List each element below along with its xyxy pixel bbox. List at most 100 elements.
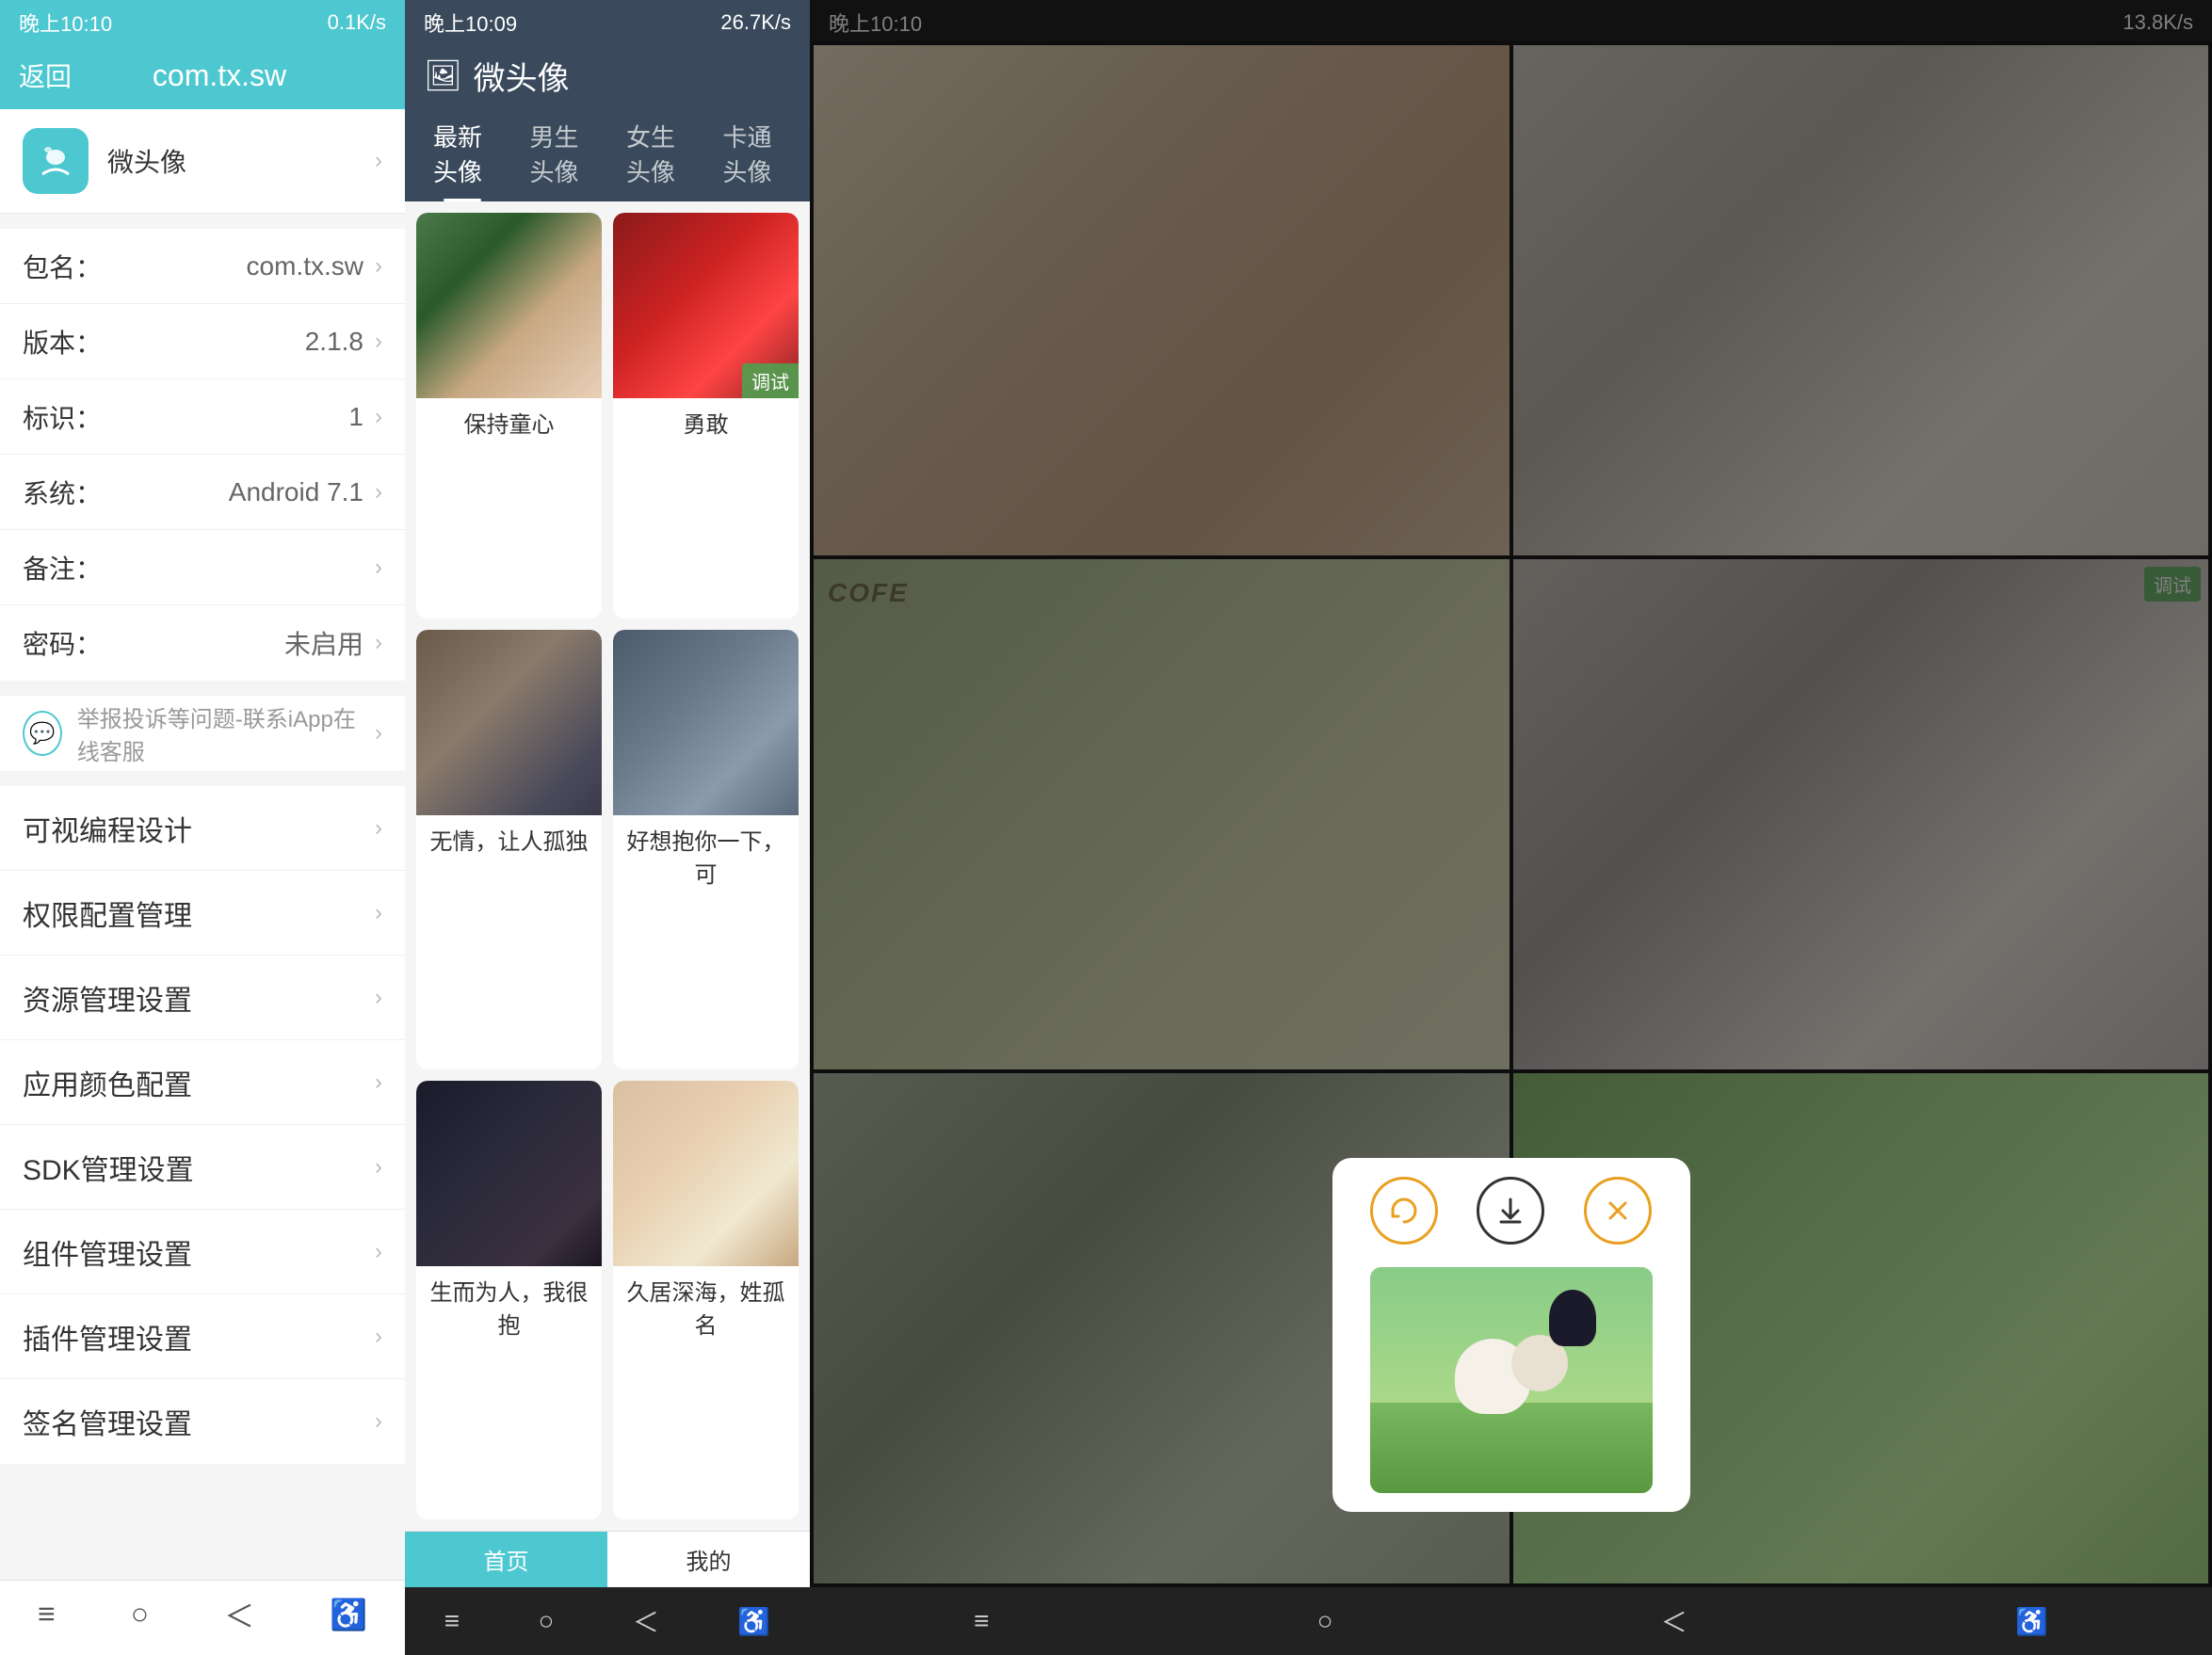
panel2-time: 晚上10:09 <box>424 8 517 38</box>
menu-item-chevron-7: › <box>375 1408 382 1435</box>
bottom-tab-0[interactable]: 首页 <box>405 1532 607 1587</box>
popup-card <box>1332 1158 1690 1512</box>
panel2-tabs: 最新头像男生头像女生头像卡通头像 <box>405 109 810 201</box>
panel2-tab-3[interactable]: 卡通头像 <box>704 109 801 201</box>
panel1-bottom-nav: ≡ ○ ＜ ♿ <box>0 1580 405 1655</box>
app-icon-chevron: › <box>375 148 382 174</box>
menu-item-chevron-4: › <box>375 1154 382 1181</box>
menu-item-chevron-5: › <box>375 1239 382 1265</box>
popup-refresh-button[interactable] <box>1370 1177 1438 1245</box>
grid-item-2[interactable]: 调试勇敢 <box>613 213 799 619</box>
popup-image <box>1370 1267 1653 1493</box>
panel2-bottom-nav: ≡ ○ ＜ ♿ <box>405 1587 810 1655</box>
system-chevron: › <box>375 479 382 506</box>
grid-item-5[interactable]: 生而为人，我很抱 <box>416 1081 602 1519</box>
panel3-nav-back-icon[interactable]: ＜ <box>1661 1602 1687 1640</box>
panel2-header: 🖼 微头像 <box>405 41 810 109</box>
grid-item-caption-4: 好想抱你一下，可 <box>613 815 799 896</box>
menu-item-3[interactable]: 应用颜色配置› <box>0 1040 405 1125</box>
panel1-status-bar: 晚上10:10 0.1K/s <box>0 0 405 41</box>
panel2-header-icon: 🖼 <box>424 57 462 93</box>
menu-item-1[interactable]: 权限配置管理› <box>0 871 405 956</box>
grid-item-4[interactable]: 好想抱你一下，可 <box>613 630 799 1069</box>
menu-item-label-0: 可视编程设计 <box>23 808 375 849</box>
panel2-grid: 保持童心调试勇敢无情，让人孤独好想抱你一下，可生而为人，我很抱久居深海，姓孤名 <box>405 201 810 1531</box>
panel2-nav-back-icon[interactable]: ＜ <box>633 1602 659 1640</box>
popup-img-content <box>1370 1267 1653 1493</box>
package-chevron: › <box>375 253 382 280</box>
menu-item-chevron-0: › <box>375 815 382 842</box>
panel3-nav-home-icon[interactable]: ○ <box>1317 1606 1333 1636</box>
panel1-nav-menu-icon[interactable]: ≡ <box>38 1597 56 1631</box>
panel1-time: 晚上10:10 <box>19 8 112 38</box>
menu-item-4[interactable]: SDK管理设置› <box>0 1125 405 1210</box>
panel1-nav-home-icon[interactable]: ○ <box>131 1597 149 1631</box>
app-icon <box>23 128 89 194</box>
system-item[interactable]: 系统： Android 7.1 › <box>0 455 405 530</box>
note-chevron: › <box>375 554 382 581</box>
package-item[interactable]: 包名： com.tx.sw › <box>0 229 405 304</box>
app-name-label: 微头像 <box>107 142 375 180</box>
menu-item-label-6: 插件管理设置 <box>23 1316 375 1358</box>
menu-item-7[interactable]: 签名管理设置› <box>0 1379 405 1464</box>
note-label: 备注： <box>23 549 102 586</box>
menu-item-chevron-2: › <box>375 985 382 1011</box>
panel2-network: 26.7K/s <box>720 10 791 35</box>
popup-download-button[interactable] <box>1477 1177 1544 1245</box>
package-label: 包名： <box>23 248 102 285</box>
panel3-bottom-nav: ≡ ○ ＜ ♿ <box>810 1587 2212 1655</box>
version-chevron: › <box>375 329 382 355</box>
menu-item-chevron-6: › <box>375 1324 382 1350</box>
popup-close-button[interactable] <box>1584 1177 1652 1245</box>
password-label: 密码： <box>23 624 102 662</box>
app-details-group: 包名： com.tx.sw › 版本： 2.1.8 › 标识： 1 › 系统： … <box>0 229 405 681</box>
grid-item-caption-5: 生而为人，我很抱 <box>416 1266 602 1347</box>
menu-item-label-7: 签名管理设置 <box>23 1401 375 1442</box>
tag-item[interactable]: 标识： 1 › <box>0 379 405 455</box>
complaint-row[interactable]: 💬 举报投诉等问题-联系iApp在线客服 › <box>0 696 405 771</box>
app-icon-row[interactable]: 微头像 › <box>0 109 405 214</box>
menu-item-chevron-1: › <box>375 900 382 926</box>
bottom-tab-1[interactable]: 我的 <box>607 1532 810 1587</box>
popup-actions <box>1351 1177 1671 1252</box>
grid-item-caption-3: 无情，让人孤独 <box>416 815 602 863</box>
menu-item-label-4: SDK管理设置 <box>23 1147 375 1188</box>
panel2-nav-menu-icon[interactable]: ≡ <box>444 1606 460 1636</box>
panel3-nav-menu-icon[interactable]: ≡ <box>974 1606 989 1636</box>
menu-item-label-5: 组件管理设置 <box>23 1231 375 1273</box>
password-item[interactable]: 密码： 未启用 › <box>0 605 405 681</box>
menu-item-0[interactable]: 可视编程设计› <box>0 786 405 871</box>
menu-item-5[interactable]: 组件管理设置› <box>0 1210 405 1294</box>
version-item[interactable]: 版本： 2.1.8 › <box>0 304 405 379</box>
panel1-nav-accessibility-icon[interactable]: ♿ <box>330 1597 367 1632</box>
grid-item-1[interactable]: 保持童心 <box>416 213 602 619</box>
tag-chevron: › <box>375 404 382 430</box>
menu-item-2[interactable]: 资源管理设置› <box>0 956 405 1040</box>
menu-item-6[interactable]: 插件管理设置› <box>0 1294 405 1379</box>
panel3-nav-accessibility-icon[interactable]: ♿ <box>2015 1606 2048 1637</box>
popup-overlay <box>810 0 2212 1587</box>
note-item[interactable]: 备注： › <box>0 530 405 605</box>
grid-item-6[interactable]: 久居深海，姓孤名 <box>613 1081 799 1519</box>
panel2-nav-accessibility-icon[interactable]: ♿ <box>737 1606 770 1637</box>
panel1-settings: 晚上10:10 0.1K/s 返回 com.tx.sw 微头像 › 包名： co… <box>0 0 405 1655</box>
back-button[interactable]: 返回 <box>19 56 72 94</box>
panel2-nav-home-icon[interactable]: ○ <box>539 1606 555 1636</box>
complaint-icon: 💬 <box>23 711 62 756</box>
menu-item-label-3: 应用颜色配置 <box>23 1062 375 1103</box>
panel2-avatars: 晚上10:09 26.7K/s 🖼 微头像 最新头像男生头像女生头像卡通头像 保… <box>405 0 810 1655</box>
debug-badge-2: 调试 <box>742 363 799 398</box>
panel2-tab-1[interactable]: 男生头像 <box>511 109 608 201</box>
menu-item-chevron-3: › <box>375 1069 382 1096</box>
package-value: com.tx.sw <box>102 251 363 281</box>
system-value: Android 7.1 <box>102 477 363 507</box>
panel1-title: com.tx.sw <box>90 58 348 93</box>
panel2-tab-2[interactable]: 女生头像 <box>607 109 704 201</box>
menu-item-label-1: 权限配置管理 <box>23 892 375 934</box>
version-value: 2.1.8 <box>102 327 363 357</box>
grid-item-3[interactable]: 无情，让人孤独 <box>416 630 602 1069</box>
panel2-tab-0[interactable]: 最新头像 <box>414 109 511 201</box>
version-label: 版本： <box>23 323 102 361</box>
panel1-nav-back-icon[interactable]: ＜ <box>224 1593 254 1636</box>
panel2-status-bar: 晚上10:09 26.7K/s <box>405 0 810 41</box>
